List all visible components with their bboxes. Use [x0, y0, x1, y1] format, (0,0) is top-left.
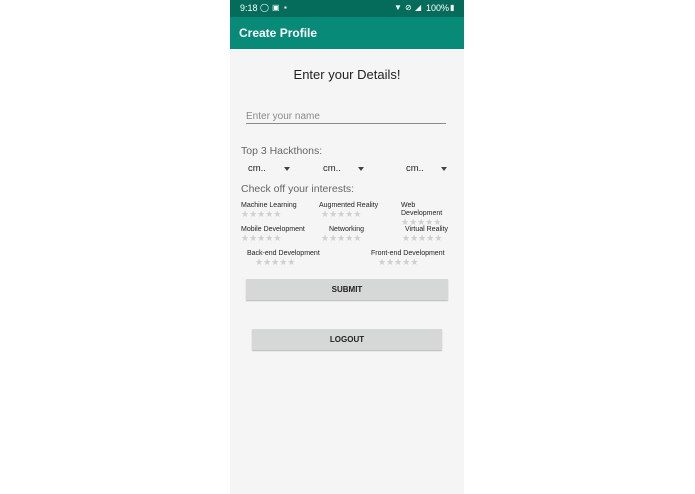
star-icon[interactable]: ★ [273, 209, 281, 219]
star-icon[interactable]: ★ [434, 233, 442, 243]
star-icon[interactable]: ★ [402, 233, 410, 243]
interest-mobile-development: Mobile Development ★★★★★ [241, 226, 305, 243]
rating-bar[interactable]: ★★★★★ [241, 234, 305, 243]
interest-networking: Networking ★★★★★ [321, 226, 364, 243]
phone-screen: 9:18 ◯ ▣ ▪ ▼ ⊘ ◢ 100% ▮ Create Profile E… [230, 0, 464, 494]
wifi-icon: ▼ [394, 3, 402, 12]
hackathon-spinner-2-value: cm.. [323, 163, 341, 174]
rating-bar[interactable]: ★★★★★ [402, 234, 448, 243]
rating-bar[interactable]: ★★★★★ [321, 234, 364, 243]
star-icon[interactable]: ★ [249, 233, 257, 243]
status-time: 9:18 [240, 3, 258, 13]
star-icon[interactable]: ★ [353, 209, 361, 219]
interest-web-development: Web Development ★★★★★ [401, 202, 453, 227]
star-icon[interactable]: ★ [241, 233, 249, 243]
whatsapp-icon: ◯ [260, 3, 269, 12]
interest-machine-learning: Machine Learning ★★★★★ [241, 202, 297, 219]
interest-virtual-reality: Virtual Reality ★★★★★ [402, 226, 448, 243]
star-icon[interactable]: ★ [249, 209, 257, 219]
star-icon[interactable]: ★ [287, 257, 295, 267]
interests-label: Check off your interests: [241, 183, 355, 195]
hackathon-spinner-2[interactable]: cm.. [323, 163, 369, 177]
star-icon[interactable]: ★ [273, 233, 281, 243]
interest-front-end-development: Front-end Development ★★★★★ [371, 250, 445, 267]
star-icon[interactable]: ★ [378, 257, 386, 267]
hackathon-spinner-1-value: cm.. [248, 163, 266, 174]
star-icon[interactable]: ★ [241, 209, 249, 219]
hackathon-spinner-3-value: cm.. [406, 163, 424, 174]
image-icon: ▪ [284, 3, 287, 12]
star-icon[interactable]: ★ [386, 257, 394, 267]
star-icon[interactable]: ★ [255, 257, 263, 267]
rating-bar[interactable]: ★★★★★ [371, 258, 445, 267]
logout-button[interactable]: LOGOUT [252, 329, 442, 350]
dropdown-arrow-icon [284, 167, 290, 171]
battery-percent: 100% [426, 3, 450, 13]
form-heading: Enter your Details! [293, 67, 401, 82]
star-icon[interactable]: ★ [321, 233, 329, 243]
star-icon[interactable]: ★ [263, 257, 271, 267]
app-title: Create Profile [239, 26, 318, 40]
name-input[interactable] [246, 109, 446, 124]
rating-bar[interactable]: ★★★★★ [241, 210, 297, 219]
no-signal-icon: ⊘ [405, 3, 412, 12]
dropdown-arrow-icon [441, 167, 447, 171]
star-icon[interactable]: ★ [329, 209, 337, 219]
hackathon-spinner-1[interactable]: cm.. [248, 163, 294, 177]
hackathons-label: Top 3 Hackthons: [241, 145, 323, 157]
submit-button[interactable]: SUBMIT [246, 279, 448, 300]
star-icon[interactable]: ★ [353, 233, 361, 243]
app-bar: Create Profile [230, 17, 464, 49]
rating-bar[interactable]: ★★★★★ [319, 210, 378, 219]
interest-label: Web Development [401, 202, 443, 217]
interest-back-end-development: Back-end Development ★★★★★ [247, 250, 320, 267]
star-icon[interactable]: ★ [329, 233, 337, 243]
status-bar: 9:18 ◯ ▣ ▪ ▼ ⊘ ◢ 100% ▮ [230, 0, 464, 17]
cellular-icon: ◢ [415, 3, 422, 12]
rating-bar[interactable]: ★★★★★ [247, 258, 320, 267]
gallery-icon: ▣ [272, 3, 280, 12]
star-icon[interactable]: ★ [410, 257, 418, 267]
interest-augmented-reality: Augmented Reality ★★★★★ [319, 202, 378, 219]
star-icon[interactable]: ★ [410, 233, 418, 243]
star-icon[interactable]: ★ [321, 209, 329, 219]
battery-icon: ▮ [450, 3, 455, 12]
hackathon-spinner-3[interactable]: cm.. [406, 163, 452, 177]
dropdown-arrow-icon [358, 167, 364, 171]
